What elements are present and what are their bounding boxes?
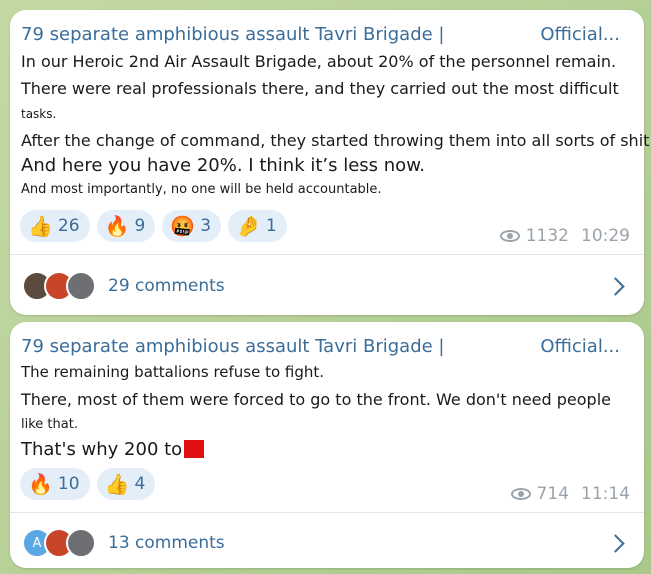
post-text-line: tasks. [21,107,57,121]
post-text-line: There were real professionals there, and… [21,79,619,98]
post-text: That's why 200 to [21,439,183,460]
reaction-count: 1 [265,216,277,236]
reaction-thumbs-up[interactable]: 👍 4 [96,468,156,500]
post-text-line: like that. [21,417,78,432]
reaction-count: 10 [57,474,80,494]
chevron-right-icon[interactable] [606,276,625,296]
redaction-mark [184,440,205,458]
reaction-angry[interactable]: 🤬 3 [162,210,222,242]
reactions-bar: 🔥 10 👍 4 [20,468,156,500]
post-text-line: And most importantly, no one will be hel… [21,182,382,197]
reaction-thumbs-up[interactable]: 👍 26 [20,210,90,242]
comments-count[interactable]: 29 comments [108,276,225,296]
channel-name[interactable]: 79 separate amphibious assault Tavri Bri… [21,336,444,357]
angry-face-icon: 🤬 [170,214,196,238]
post-time: 11:14 [581,484,630,504]
reaction-fire[interactable]: 🔥 9 [96,210,156,242]
channel-post: 79 separate amphibious assault Tavri Bri… [10,322,644,568]
fire-icon: 🔥 [28,472,53,496]
comments-button[interactable]: 29 comments [22,266,632,306]
post-header[interactable]: 79 separate amphibious assault Tavri Bri… [21,24,620,45]
channel-post: 79 separate amphibious assault Tavri Bri… [10,10,651,315]
avatar [66,528,96,558]
post-text-line: After the change of command, they starte… [21,131,651,150]
eye-icon [499,230,520,242]
eye-icon [510,488,531,500]
post-time: 10:29 [581,226,630,246]
comments-count[interactable]: 13 comments [108,533,225,553]
commenter-avatars: A [22,528,96,558]
reactions-bar: 👍 26 🔥 9 🤬 3 🤌 1 [20,210,287,242]
divider [10,512,644,513]
comments-button[interactable]: A 13 comments [22,523,632,563]
divider [10,254,644,255]
post-text-line: The remaining battalions refuse to fight… [21,363,325,381]
chevron-right-icon[interactable] [606,533,625,553]
official-badge: Official... [540,24,620,45]
post-meta: 714 11:14 [510,484,630,504]
reaction-pinched-fingers[interactable]: 🤌 1 [228,210,287,242]
official-badge: Official... [540,336,620,357]
post-text-line: That's why 200 to [21,439,205,460]
post-meta: 1132 10:29 [499,226,630,246]
thumbs-up-icon: 👍 [28,214,53,238]
fire-icon: 🔥 [104,214,130,238]
view-count: 714 [536,484,569,504]
post-text-line: There, most of them were forced to go to… [21,390,611,409]
reaction-count: 26 [57,216,80,236]
reaction-fire[interactable]: 🔥 10 [20,468,90,500]
avatar [66,271,96,301]
commenter-avatars [22,271,96,301]
view-count: 1132 [525,226,569,246]
reaction-count: 3 [200,216,212,236]
reaction-count: 4 [134,474,146,494]
post-text-line: In our Heroic 2nd Air Assault Brigade, a… [21,52,617,71]
post-text-line: And here you have 20%. I think it’s less… [21,155,425,176]
thumbs-up-icon: 👍 [104,472,130,496]
channel-name[interactable]: 79 separate amphibious assault Tavri Bri… [21,24,444,45]
post-header[interactable]: 79 separate amphibious assault Tavri Bri… [21,336,620,357]
pinched-fingers-icon: 🤌 [236,214,261,238]
reaction-count: 9 [134,216,146,236]
